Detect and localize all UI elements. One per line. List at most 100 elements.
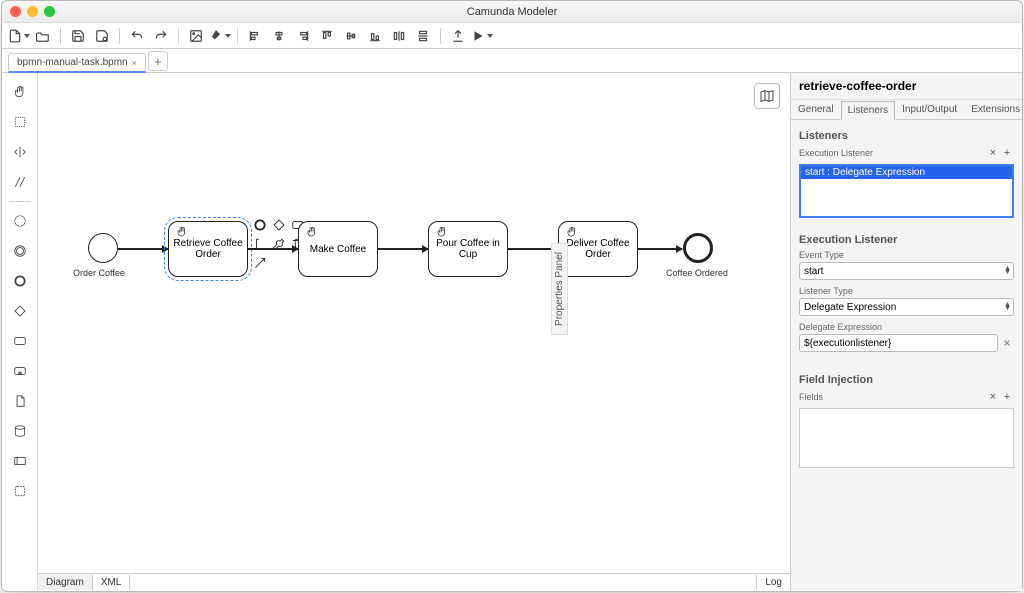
end-event-button[interactable]: [9, 270, 31, 292]
deploy-button[interactable]: [447, 26, 469, 46]
run-button[interactable]: [471, 26, 493, 46]
diamond-icon: [272, 218, 286, 232]
annotation-button[interactable]: [252, 236, 268, 252]
start-event-button[interactable]: [9, 210, 31, 232]
align-center-h-button[interactable]: [268, 26, 290, 46]
save-as-icon: [95, 29, 109, 43]
file-tab[interactable]: bpmn-manual-task.bpmn ×: [8, 53, 146, 73]
sequence-flow[interactable]: [638, 248, 682, 250]
map-icon: [759, 88, 775, 104]
remove-field-button[interactable]: ×: [986, 390, 1000, 404]
distribute-v-icon: [416, 29, 430, 43]
sequence-flow[interactable]: [118, 248, 168, 250]
hand-icon: [13, 85, 27, 99]
properties-tab-general[interactable]: General: [791, 100, 841, 119]
paint-icon: [209, 29, 223, 43]
minimap-toggle-button[interactable]: [754, 83, 780, 109]
data-store-button[interactable]: [9, 420, 31, 442]
intermediate-event-button[interactable]: [9, 240, 31, 262]
delegate-expression-input[interactable]: [799, 334, 998, 352]
diagram-canvas[interactable]: Order Coffee Retrieve Coffee Order: [38, 73, 790, 573]
start-event-node[interactable]: [88, 233, 118, 263]
space-tool-button[interactable]: [9, 141, 31, 163]
connect-button[interactable]: [252, 255, 268, 271]
properties-tab-listeners[interactable]: Listeners: [841, 101, 896, 120]
play-icon: [471, 29, 485, 43]
execution-listener-list[interactable]: start : Delegate Expression: [799, 164, 1014, 218]
sequence-flow[interactable]: [248, 248, 298, 250]
align-bottom-icon: [368, 29, 382, 43]
align-center-v-button[interactable]: [340, 26, 362, 46]
hand-tool-button[interactable]: [9, 81, 31, 103]
group-button[interactable]: [9, 480, 31, 502]
properties-tab-io[interactable]: Input/Output: [895, 100, 964, 119]
save-button[interactable]: [67, 26, 89, 46]
end-event-node[interactable]: [683, 233, 713, 263]
align-center-v-icon: [344, 29, 358, 43]
footer-tab-xml[interactable]: XML: [93, 575, 131, 590]
maximize-window-button[interactable]: [44, 6, 55, 17]
task-button[interactable]: [9, 330, 31, 352]
close-tab-icon[interactable]: ×: [132, 58, 137, 68]
chevron-down-icon: [24, 34, 30, 38]
remove-listener-button[interactable]: ×: [986, 146, 1000, 160]
add-listener-button[interactable]: +: [1000, 146, 1014, 160]
properties-tab-extensions[interactable]: Extensions: [964, 100, 1024, 119]
undo-icon: [130, 29, 144, 43]
sequence-flow[interactable]: [378, 248, 428, 250]
footer: Diagram XML Log: [38, 573, 790, 591]
execution-listener-section: Execution Listener Event Type start ▲▼ L…: [791, 224, 1022, 364]
minimize-window-button[interactable]: [27, 6, 38, 17]
fields-list[interactable]: [799, 408, 1014, 468]
execution-listener-heading: Execution Listener: [799, 234, 1014, 246]
align-bottom-button[interactable]: [364, 26, 386, 46]
listener-item[interactable]: start : Delegate Expression: [801, 166, 1012, 179]
lasso-tool-button[interactable]: [9, 111, 31, 133]
file-tab-label: bpmn-manual-task.bpmn: [17, 57, 128, 68]
close-window-button[interactable]: [10, 6, 21, 17]
add-field-button[interactable]: +: [1000, 390, 1014, 404]
align-top-button[interactable]: [316, 26, 338, 46]
image-icon: [189, 29, 203, 43]
align-left-button[interactable]: [244, 26, 266, 46]
export-image-button[interactable]: [185, 26, 207, 46]
task-node-make[interactable]: Make Coffee: [298, 221, 378, 277]
align-left-icon: [248, 29, 262, 43]
end-event-label: Coffee Ordered: [666, 268, 728, 278]
space-icon: [13, 145, 27, 159]
undo-button[interactable]: [126, 26, 148, 46]
task-node-retrieve[interactable]: Retrieve Coffee Order: [168, 221, 248, 277]
change-type-button[interactable]: [271, 236, 287, 252]
color-picker-button[interactable]: [209, 26, 231, 46]
footer-log-button[interactable]: Log: [756, 575, 790, 590]
connect-tool-button[interactable]: [9, 171, 31, 193]
event-type-label: Event Type: [799, 250, 1014, 260]
properties-panel-toggle[interactable]: Properties Panel: [551, 243, 568, 335]
listener-type-select[interactable]: Delegate Expression ▲▼: [799, 298, 1014, 316]
clear-input-button[interactable]: ×: [1000, 336, 1014, 350]
task-node-pour[interactable]: Pour Coffee in Cup: [428, 221, 508, 277]
task-label: Deliver Coffee Order: [563, 238, 633, 260]
data-object-button[interactable]: [9, 390, 31, 412]
participant-button[interactable]: [9, 450, 31, 472]
subprocess-button[interactable]: [9, 360, 31, 382]
distribute-h-button[interactable]: [388, 26, 410, 46]
lasso-icon: [13, 115, 27, 129]
footer-tab-diagram[interactable]: Diagram: [38, 575, 93, 590]
event-type-select[interactable]: start ▲▼: [799, 262, 1014, 280]
open-file-button[interactable]: [32, 26, 54, 46]
distribute-v-button[interactable]: [412, 26, 434, 46]
task-node-deliver[interactable]: Deliver Coffee Order: [558, 221, 638, 277]
redo-button[interactable]: [150, 26, 172, 46]
gateway-button[interactable]: [9, 300, 31, 322]
append-end-event-button[interactable]: [252, 217, 268, 233]
execution-listener-label: Execution Listener: [799, 148, 986, 158]
upload-icon: [451, 29, 465, 43]
new-tab-button[interactable]: +: [148, 51, 168, 71]
align-right-button[interactable]: [292, 26, 314, 46]
append-gateway-button[interactable]: [271, 217, 287, 233]
align-right-icon: [296, 29, 310, 43]
save-as-button[interactable]: [91, 26, 113, 46]
align-top-icon: [320, 29, 334, 43]
new-file-button[interactable]: [8, 26, 30, 46]
